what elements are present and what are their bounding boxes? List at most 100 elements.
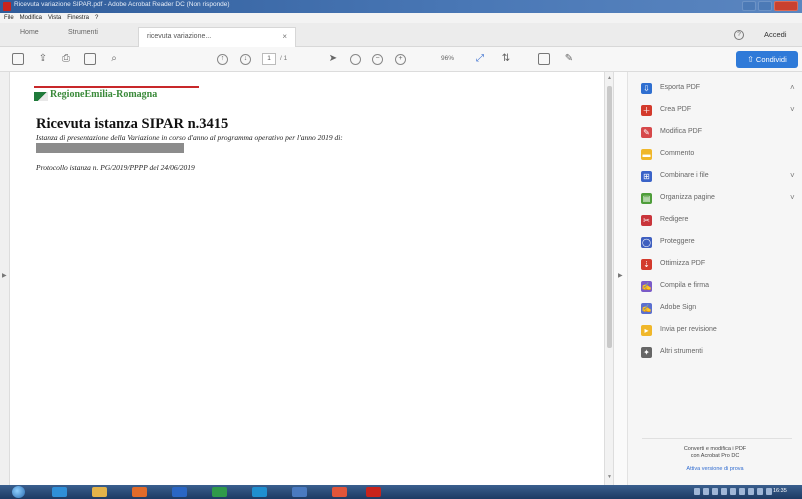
protect-icon: ◯ (641, 237, 652, 248)
chevron-down-icon[interactable]: ˄ (790, 83, 795, 92)
chevron-down-icon[interactable]: ˅ (790, 193, 795, 202)
email-icon[interactable] (84, 53, 96, 65)
tool-item[interactable]: ▸ Invia per revisione (628, 320, 802, 342)
start-button[interactable] (12, 486, 25, 498)
taskbar-acrobat-icon[interactable] (366, 487, 381, 497)
more-tools-icon: ✦ (641, 347, 652, 358)
zoom-out-icon[interactable]: − (372, 54, 383, 65)
tab-home[interactable]: Home (20, 29, 39, 36)
redacted-block (36, 143, 184, 153)
zoom-in-icon[interactable]: + (395, 54, 406, 65)
tool-item[interactable]: ＋ Crea PDF ˅ (628, 100, 802, 122)
tool-item[interactable]: ✦ Altri strumenti (628, 342, 802, 364)
title-bar: Ricevuta variazione SIPAR.pdf - Adobe Ac… (0, 0, 802, 13)
taskbar-excel-icon[interactable] (212, 487, 227, 497)
next-page-icon[interactable]: ↓ (240, 54, 251, 65)
tool-item[interactable]: ◯ Proteggere (628, 232, 802, 254)
regione-logo: RegioneEmilia-Romagna (34, 86, 199, 106)
document-page: RegioneEmilia-Romagna Ricevuta istanza S… (10, 72, 604, 485)
previous-page-icon[interactable]: ↑ (217, 54, 228, 65)
tool-item[interactable]: ⊞ Combinare i file ˅ (628, 166, 802, 188)
tray-icon[interactable] (739, 488, 745, 495)
tray-icon[interactable] (730, 488, 736, 495)
tray-icon[interactable] (748, 488, 754, 495)
taskbar-ie-icon[interactable] (52, 487, 67, 497)
tray-icon[interactable] (766, 488, 772, 495)
tool-item[interactable]: ✍ Adobe Sign (628, 298, 802, 320)
save-icon[interactable] (12, 53, 24, 65)
comment-icon[interactable] (538, 53, 550, 65)
select-cursor-icon[interactable]: ➤ (327, 53, 339, 65)
scroll-up-icon[interactable]: ▲ (607, 75, 612, 81)
scroll-down-icon[interactable]: ▼ (607, 474, 612, 480)
combine-files-icon: ⊞ (641, 171, 652, 182)
toolbar: ⇪ ⎙ ⌕ ↑ ↓ 1 / 1 ➤ − + 96% ⤢ ⇅ ✎ ⇧ Condivi… (0, 47, 802, 72)
close-tab-icon[interactable]: × (282, 32, 287, 41)
taskbar-media-icon[interactable] (132, 487, 147, 497)
menu-window[interactable]: Finestra (67, 13, 89, 23)
expand-left-pane-icon[interactable]: ▶ (2, 272, 7, 279)
tool-item-label: Esporta PDF (660, 84, 701, 91)
share-button[interactable]: ⇧ Condividi (736, 51, 798, 68)
tray-icon[interactable] (694, 488, 700, 495)
tool-item[interactable]: ⇩ Esporta PDF ˄ (628, 78, 802, 100)
zoom-dropdown[interactable]: 96% (441, 55, 454, 62)
tab-tools[interactable]: Strumenti (68, 29, 98, 36)
search-icon[interactable]: ⌕ (108, 53, 120, 65)
scroll-thumb[interactable] (607, 86, 612, 348)
signin-link[interactable]: Accedi (764, 30, 787, 39)
organize-pages-icon: ▤ (641, 193, 652, 204)
tab-document-label: ricevuta variazione... (147, 33, 212, 40)
tool-item-label: Proteggere (660, 238, 695, 245)
logo-text: RegioneEmilia-Romagna (50, 89, 158, 100)
chevron-down-icon[interactable]: ˅ (790, 105, 795, 114)
vertical-scrollbar[interactable]: ▲ ▼ (604, 72, 614, 485)
tool-item-label: Crea PDF (660, 106, 692, 113)
tool-item[interactable]: ✍ Compila e firma (628, 276, 802, 298)
upload-icon[interactable]: ⇪ (37, 53, 49, 65)
tool-item-label: Organizza pagine (660, 194, 715, 201)
menu-help[interactable]: ? (95, 13, 98, 23)
pen-icon[interactable]: ✎ (563, 53, 575, 65)
taskbar-explorer-icon[interactable] (92, 487, 107, 497)
taskbar-outlook-icon[interactable] (292, 487, 307, 497)
menu-edit[interactable]: Modifica (20, 13, 42, 23)
left-nav-strip[interactable]: ▶ (0, 72, 10, 485)
tool-item[interactable]: ⇣ Ottimizza PDF (628, 254, 802, 276)
menu-file[interactable]: File (4, 13, 14, 23)
tool-item[interactable]: ✂ Redigere (628, 210, 802, 232)
tray-icon[interactable] (757, 488, 763, 495)
maximize-button[interactable] (758, 1, 772, 11)
menu-bar: File Modifica Vista Finestra ? (0, 13, 802, 23)
taskbar-chrome-icon[interactable] (332, 487, 347, 497)
page-number-input[interactable]: 1 (262, 53, 276, 65)
tab-bar: Home Strumenti ricevuta variazione... × … (0, 23, 802, 47)
create-pdf-icon: ＋ (641, 105, 652, 116)
taskbar-word-icon[interactable] (172, 487, 187, 497)
tab-document[interactable]: ricevuta variazione... × (138, 27, 296, 47)
tool-item-label: Altri strumenti (660, 348, 703, 355)
chevron-down-icon[interactable]: ˅ (790, 171, 795, 180)
hand-tool-icon[interactable] (350, 54, 361, 65)
close-window-button[interactable] (774, 1, 798, 11)
edit-pdf-icon: ✎ (641, 127, 652, 138)
tool-item-label: Commento (660, 150, 695, 157)
scroll-mode-icon[interactable]: ⇅ (500, 53, 512, 65)
collapse-pane-strip[interactable]: ▶ (614, 72, 628, 485)
collapse-right-pane-icon[interactable]: ▶ (618, 272, 623, 279)
tool-item[interactable]: ▤ Organizza pagine ˅ (628, 188, 802, 210)
redact-icon: ✂ (641, 215, 652, 226)
promo-line-1: Converti e modifica i PDF (683, 446, 747, 452)
tool-item[interactable]: ✎ Modifica PDF (628, 122, 802, 144)
taskbar-skype-icon[interactable] (252, 487, 267, 497)
help-icon[interactable]: ? (734, 30, 744, 40)
print-icon[interactable]: ⎙ (60, 53, 72, 65)
minimize-button[interactable] (742, 1, 756, 11)
tray-icon[interactable] (712, 488, 718, 495)
tool-item[interactable]: ▬ Commento (628, 144, 802, 166)
tray-icon[interactable] (721, 488, 727, 495)
menu-view[interactable]: Vista (48, 13, 61, 23)
trial-link[interactable]: Attiva versione di prova (628, 466, 802, 472)
tray-icon[interactable] (703, 488, 709, 495)
fit-page-icon[interactable]: ⤢ (474, 53, 486, 65)
